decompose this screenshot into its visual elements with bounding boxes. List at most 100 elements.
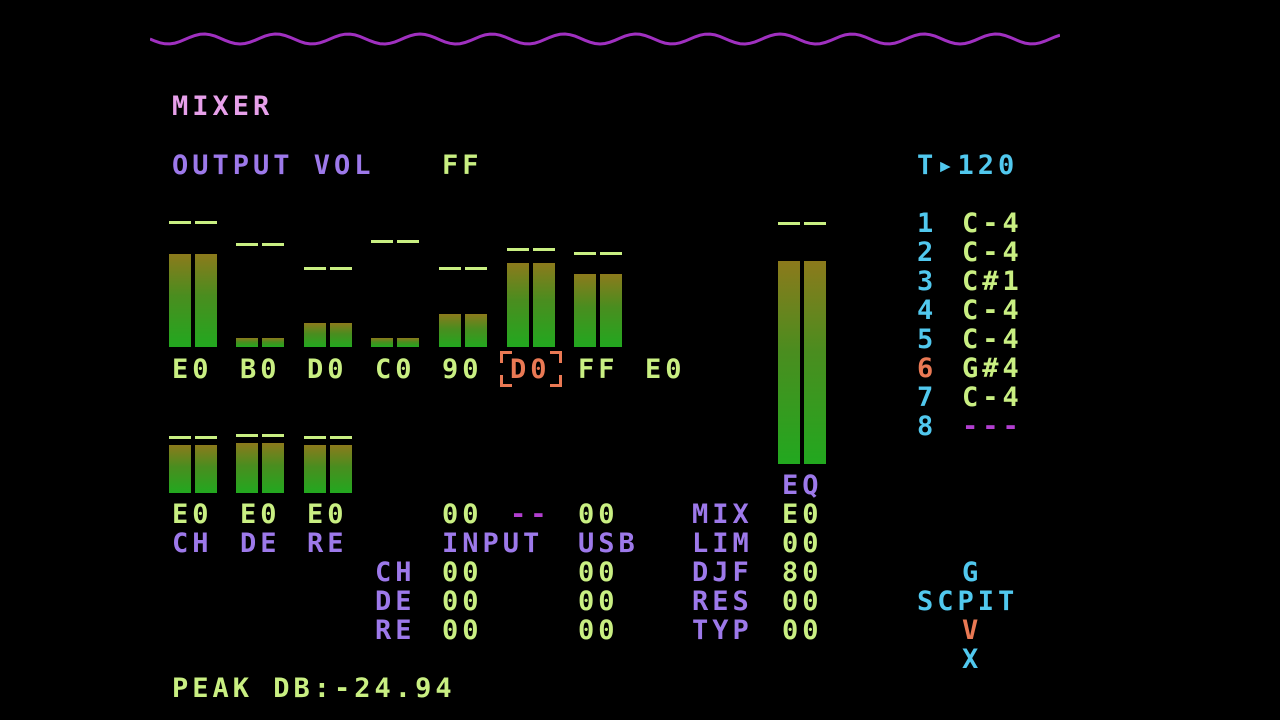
track-note-7: C-4 [962, 382, 1023, 413]
track-num-3[interactable]: 3 [917, 267, 937, 297]
channel-meter-3-bar-2 [330, 323, 352, 347]
peak-db-readout: PEAK DB:-24.94 [172, 673, 456, 704]
channel-value-3[interactable]: D0 [307, 355, 348, 385]
channel-meter-4-bar-1 [371, 338, 393, 347]
channel-value-4[interactable]: C0 [375, 355, 416, 385]
channel-meter-3-bar-1 [304, 323, 326, 347]
fx-value-de[interactable]: E0 [240, 500, 281, 530]
channel-meter-7-bar-1 [574, 273, 596, 347]
output-vol-label: OUTPUT VOL [172, 150, 375, 181]
channel-meter-5-bar-1 [439, 314, 461, 347]
channel-meter-1-peak-2 [195, 220, 217, 224]
fx-meter-1-peak-2 [195, 435, 217, 439]
channel-value-8[interactable]: E0 [645, 355, 686, 385]
track-num-4[interactable]: 4 [917, 296, 937, 326]
channel-value-5[interactable]: 90 [442, 355, 483, 385]
channel-meter-4-bar-2 [397, 338, 419, 347]
master-label-res: RES [692, 586, 753, 617]
master-value-mix[interactable]: E0 [782, 500, 823, 530]
eq-meter-peak-2 [804, 222, 826, 225]
nav-map-row[interactable]: SCPIT [917, 587, 1018, 617]
input-row-label-de: DE [375, 586, 416, 617]
channel-meter-1-bar-1 [169, 254, 191, 347]
fx-meter-2-peak-1 [236, 434, 258, 438]
track-note-4: C-4 [962, 295, 1023, 326]
eq-meter-peak-1 [778, 222, 800, 225]
nav-map-groove[interactable]: G [962, 558, 982, 588]
channel-meter-7-peak-2 [600, 252, 622, 255]
input-row-label-ch: CH [375, 557, 416, 588]
channel-value-2[interactable]: B0 [240, 355, 281, 385]
fx-meter-3-peak-1 [304, 435, 326, 439]
track-num-8[interactable]: 8 [917, 412, 937, 442]
input-row-value-de[interactable]: 00 [442, 587, 483, 617]
usb-row-value-ch[interactable]: 00 [578, 558, 619, 588]
master-value-typ[interactable]: 00 [782, 616, 823, 646]
track-num-1[interactable]: 1 [917, 209, 937, 239]
channel-meter-2-peak-2 [262, 243, 284, 246]
master-value-djf[interactable]: 80 [782, 558, 823, 588]
eq-label: EQ [782, 470, 823, 501]
wave-decoration [150, 32, 1060, 46]
fx-value-ch[interactable]: E0 [172, 500, 213, 530]
input-row-value-re[interactable]: 00 [442, 616, 483, 646]
fx-meter-1-bar-1 [169, 445, 191, 493]
channel-meter-2-peak-1 [236, 243, 258, 246]
track-note-2: C-4 [962, 237, 1023, 268]
track-num-6[interactable]: 6 [917, 354, 937, 384]
channel-meter-6-bar-2 [533, 263, 555, 347]
input-row-value-ch[interactable]: 00 [442, 558, 483, 588]
channel-meter-6-peak-2 [533, 247, 555, 251]
channel-value-1[interactable]: E0 [172, 355, 213, 385]
master-label-djf: DJF [692, 557, 753, 588]
input-row-label-re: RE [375, 615, 416, 646]
channel-meter-4-peak-1 [371, 240, 393, 243]
output-vol-value[interactable]: FF [442, 151, 483, 181]
eq-meter-bar-1 [778, 261, 800, 464]
track-num-5[interactable]: 5 [917, 325, 937, 355]
fx-meter-3-bar-1 [304, 445, 326, 493]
master-label-lim: LIM [692, 528, 753, 559]
selection-cursor [500, 351, 562, 387]
fx-meter-1-bar-2 [195, 445, 217, 493]
channel-meter-5-peak-1 [439, 267, 461, 270]
master-label-typ: TYP [692, 615, 753, 646]
track-num-7[interactable]: 7 [917, 383, 937, 413]
fx-meter-2-bar-2 [262, 443, 284, 493]
master-value-lim[interactable]: 00 [782, 529, 823, 559]
fx-value-re[interactable]: E0 [307, 500, 348, 530]
master-value-res[interactable]: 00 [782, 587, 823, 617]
usb-row-value-re[interactable]: 00 [578, 616, 619, 646]
track-num-2[interactable]: 2 [917, 238, 937, 268]
page-title: MIXER [172, 91, 274, 122]
channel-meter-7-peak-1 [574, 252, 596, 255]
channel-meter-5-peak-2 [465, 267, 487, 270]
channel-meter-3-peak-2 [330, 267, 352, 270]
eq-meter-bar-2 [804, 261, 826, 464]
master-label-mix: MIX [692, 499, 753, 530]
track-note-1: C-4 [962, 208, 1023, 239]
fx-meter-2-peak-2 [262, 434, 284, 438]
usb-row-value-de[interactable]: 00 [578, 587, 619, 617]
nav-map-current[interactable]: V [962, 616, 982, 646]
channel-meter-6-peak-1 [507, 247, 529, 251]
input-top-value[interactable]: 00 [442, 500, 483, 530]
channel-meter-4-peak-2 [397, 240, 419, 243]
nav-map-bottom[interactable]: X [962, 645, 982, 675]
channel-meter-2-bar-2 [262, 338, 284, 347]
tempo-display[interactable]: T▸120 [917, 151, 1018, 181]
fx-meter-1-peak-1 [169, 435, 191, 439]
channel-value-7[interactable]: FF [578, 355, 619, 385]
usb-top-value[interactable]: 00 [578, 500, 619, 530]
track-note-3: C#1 [962, 266, 1023, 297]
fx-meter-2-bar-1 [236, 443, 258, 493]
fx-meter-3-bar-2 [330, 445, 352, 493]
channel-meter-2-bar-1 [236, 338, 258, 347]
fx-meter-3-peak-2 [330, 435, 352, 439]
input-separator: -- [510, 499, 551, 530]
usb-label: USB [578, 528, 639, 559]
fx-label-ch: CH [172, 528, 213, 559]
track-note-5: C-4 [962, 324, 1023, 355]
track-note-6: G#4 [962, 353, 1023, 384]
channel-meter-1-bar-2 [195, 254, 217, 347]
